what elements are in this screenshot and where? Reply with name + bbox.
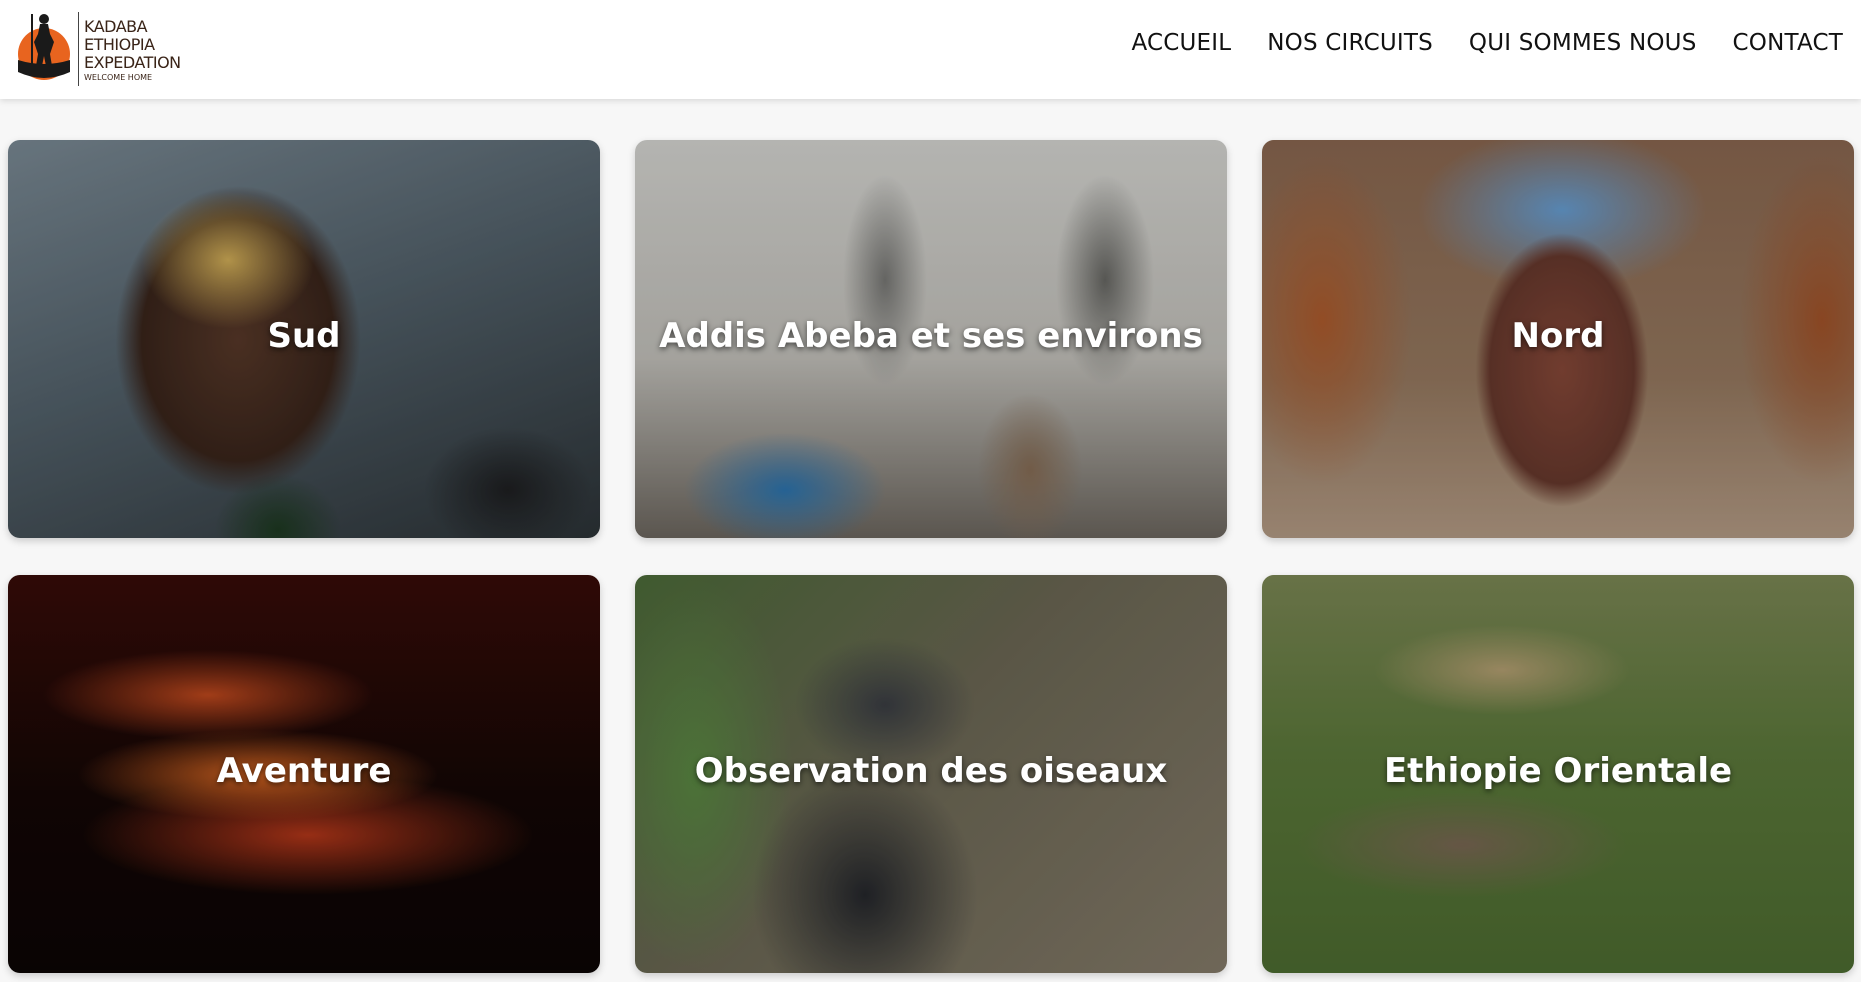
logo-line-3: EXPEDATION <box>84 53 181 72</box>
logo-divider <box>78 12 79 86</box>
card-title: Addis Abeba et ses environs <box>659 316 1203 356</box>
site-header: KADABA ETHIOPIA EXPEDATION WELCOME HOME … <box>0 0 1861 99</box>
card-nord[interactable]: Nord <box>1262 140 1854 538</box>
card-title: Sud <box>267 316 341 356</box>
card-addis-abeba[interactable]: Addis Abeba et ses environs <box>635 140 1227 538</box>
logo-line-2: ETHIOPIA <box>84 35 155 54</box>
card-title: Aventure <box>216 751 392 791</box>
card-aventure[interactable]: Aventure <box>8 575 600 973</box>
nav-nos-circuits[interactable]: NOS CIRCUITS <box>1267 30 1433 56</box>
logo-emblem-icon <box>18 14 70 80</box>
card-ethiopie-orientale[interactable]: Ethiopie Orientale <box>1262 575 1854 973</box>
logo-line-1: KADABA <box>84 17 148 36</box>
card-observation-oiseaux[interactable]: Observation des oiseaux <box>635 575 1227 973</box>
nav-contact[interactable]: CONTACT <box>1733 30 1843 56</box>
site-logo[interactable]: KADABA ETHIOPIA EXPEDATION WELCOME HOME <box>16 10 196 88</box>
nav-qui-sommes-nous[interactable]: QUI SOMMES NOUS <box>1469 30 1697 56</box>
logo-wordmark: KADABA ETHIOPIA EXPEDATION WELCOME HOME <box>84 18 181 83</box>
card-title: Ethiopie Orientale <box>1383 751 1733 791</box>
card-sud[interactable]: Sud <box>8 140 600 538</box>
card-title: Observation des oiseaux <box>694 751 1168 791</box>
card-title: Nord <box>1511 316 1605 356</box>
logo-tagline: WELCOME HOME <box>84 73 153 82</box>
main-nav: ACCUEIL NOS CIRCUITS QUI SOMMES NOUS CON… <box>1131 30 1843 56</box>
nav-accueil[interactable]: ACCUEIL <box>1131 30 1231 56</box>
circuits-grid: Sud Addis Abeba et ses environs Nord Ave… <box>8 140 1854 973</box>
